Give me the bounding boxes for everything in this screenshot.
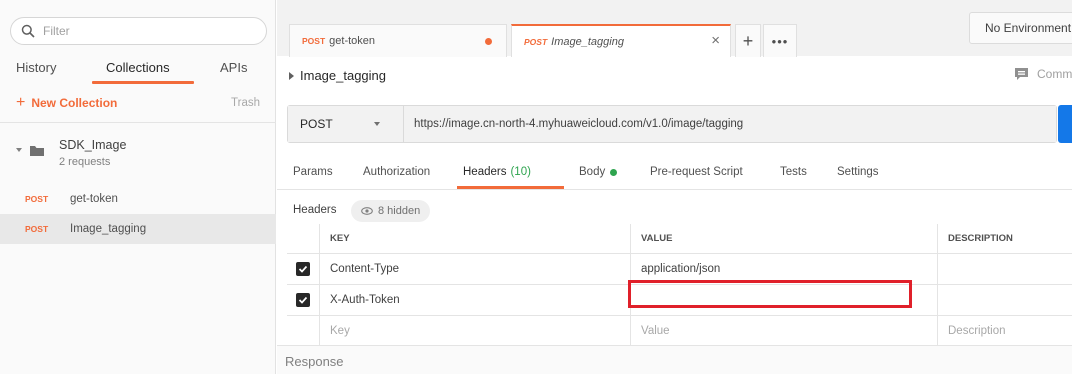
check-cell [287,285,319,315]
table-header-row: KEY VALUE DESCRIPTION [287,224,1072,254]
new-collection-label: New Collection [31,96,118,110]
plus-icon: + [742,30,754,51]
folder-icon [30,146,44,156]
request-title-text: Image_tagging [300,68,387,83]
tab-settings[interactable]: Settings [837,166,879,178]
request-name: get-token [70,193,118,205]
column-description: DESCRIPTION [937,224,1072,253]
request-tab-get-token[interactable]: POST get-token [289,24,507,57]
sidebar: History Collections APIs + New Collectio… [0,0,276,374]
tab-method: POST [302,36,326,46]
column-value: VALUE [630,224,937,253]
new-key-input[interactable]: Key [319,316,630,346]
method-select[interactable]: POST [288,106,404,142]
plus-icon: + [16,94,26,111]
method-badge: POST [25,194,49,204]
request-title[interactable]: Image_tagging [289,68,386,83]
request-tab-bar: POST get-token POST Image_tagging × + ••… [277,0,1072,57]
caret-down-icon[interactable] [16,148,22,152]
hidden-count: 8 hidden [378,205,421,217]
tab-label: Headers [463,166,507,178]
table-row-new: Key Value Description [287,316,1072,347]
tab-history[interactable]: History [16,60,56,75]
header-key-cell[interactable]: X-Auth-Token [319,285,630,315]
comments-button[interactable]: Comments [1014,67,1072,81]
new-value-input[interactable]: Value [630,316,937,346]
tab-tests[interactable]: Tests [780,166,807,178]
sidebar-request-get-token[interactable]: POST get-token [0,184,276,214]
tab-apis[interactable]: APIs [220,60,247,75]
filter-input[interactable] [43,24,243,38]
method-badge: POST [25,224,49,234]
header-cell-check [287,224,319,253]
tab-label: Body [579,166,606,178]
sidebar-divider [0,122,276,123]
tab-name: Image_tagging [551,35,624,48]
request-tab-image-tagging[interactable]: POST Image_tagging × [511,24,731,57]
hidden-headers-toggle[interactable]: 8 hidden [351,200,431,222]
tab-label: Settings [837,166,879,178]
filter-box[interactable] [10,17,267,45]
unsaved-dot-icon [485,38,492,45]
request-name: Image_tagging [70,223,147,235]
checkbox[interactable] [296,262,310,276]
method-value: POST [300,117,333,131]
status-dot-icon [610,168,618,176]
tab-pre-request-script[interactable]: Pre-request Script [650,166,743,178]
new-tab-button[interactable]: + [735,24,761,57]
response-panel[interactable]: Response [277,345,1072,374]
headers-count: (10) [510,166,531,178]
check-cell [287,316,319,346]
active-tab-indicator [457,186,564,189]
request-section-tabs: Params Authorization Headers (10) Body P… [277,160,1072,190]
ellipsis-icon: ••• [771,33,789,49]
tab-label: Tests [780,166,807,178]
checkmark-icon [298,265,308,273]
new-collection-button[interactable]: + New Collection [16,94,118,111]
more-tabs-button[interactable]: ••• [763,24,797,57]
tab-label: Params [293,166,333,178]
sidebar-tabs: History Collections APIs [0,58,276,84]
search-icon [21,24,35,38]
comment-icon [1015,68,1028,80]
tab-authorization[interactable]: Authorization [363,166,430,178]
chevron-down-icon [374,122,380,126]
tab-body[interactable]: Body [579,166,618,178]
check-cell [287,254,319,284]
collection-item[interactable]: SDK_Image 2 requests [0,130,276,180]
sidebar-request-image-tagging[interactable]: POST Image_tagging [0,214,276,244]
highlight-annotation-box [628,280,912,308]
close-icon[interactable]: × [711,32,720,49]
headers-label: Headers [293,204,337,216]
tab-label: Authorization [363,166,431,178]
tab-headers[interactable]: Headers (10) [463,166,531,178]
tab-name: get-token [329,35,376,47]
url-input[interactable]: https://image.cn-north-4.myhuaweicloud.c… [404,106,1056,142]
comments-label: Comments [1037,67,1072,81]
url-bar: POST https://image.cn-north-4.myhuaweicl… [287,105,1057,143]
checkmark-icon [298,296,308,304]
checkbox[interactable] [296,293,310,307]
header-description-cell[interactable] [937,254,1072,284]
trash-button[interactable]: Trash [231,97,260,109]
send-button[interactable] [1058,105,1072,143]
tab-label: Pre-request Script [650,166,743,178]
caret-right-icon [289,71,294,80]
tab-params[interactable]: Params [293,166,333,178]
header-key-cell[interactable]: Content-Type [319,254,630,284]
collection-name: SDK_Image [59,138,127,152]
column-key: KEY [319,224,630,253]
new-description-input[interactable]: Description [937,316,1072,346]
sidebar-actions: + New Collection Trash [0,94,276,116]
eye-icon [361,207,373,215]
active-tab-indicator [92,81,194,84]
header-description-cell[interactable] [937,285,1072,315]
main-panel: POST get-token POST Image_tagging × + ••… [277,0,1072,374]
environment-select[interactable]: No Environment [969,12,1072,44]
tab-collections[interactable]: Collections [106,60,170,75]
tab-method: POST [524,36,548,47]
collection-count: 2 requests [59,156,111,168]
